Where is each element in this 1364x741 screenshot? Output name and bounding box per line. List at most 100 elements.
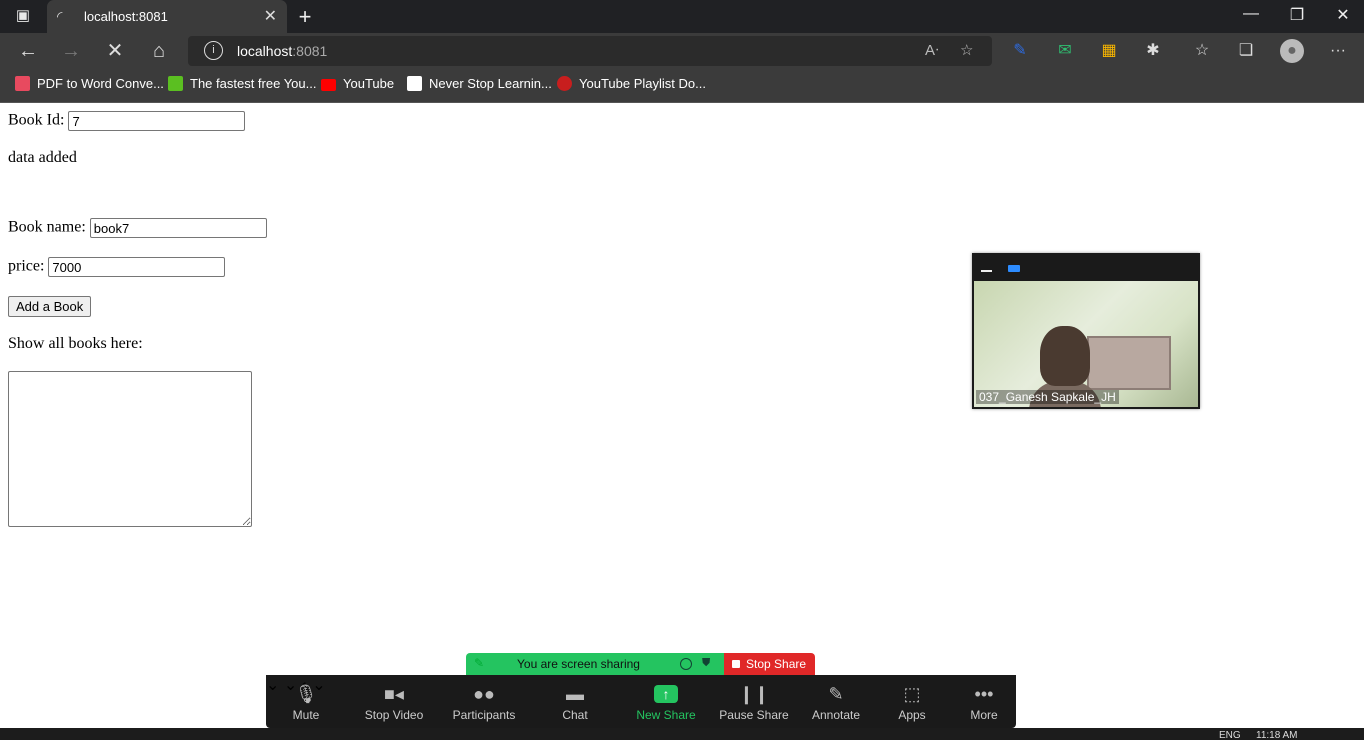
read-aloud-icon[interactable]: Aᐧ <box>925 41 939 59</box>
page-content: Book Id: data added Book name: price: Ad… <box>0 103 1364 728</box>
book-id-input[interactable] <box>68 111 246 131</box>
chat-bubble-icon: ▬ <box>566 684 584 704</box>
zoom-control-bar: 🎙︎ Mute ⌄ ■◂ Stop Video ⌄ ●● Participant… <box>266 675 1016 728</box>
participants-button[interactable]: ●● Participants <box>450 675 518 728</box>
bookmark-label: YouTube Playlist Do... <box>579 76 706 91</box>
stop-share-label: Stop Share <box>746 657 807 671</box>
zoom-video-window[interactable]: 037_Ganesh Sapkale_JH <box>972 253 1200 409</box>
mute-label: Mute <box>292 708 320 722</box>
book-name-input[interactable] <box>89 218 267 238</box>
price-label: price: <box>8 257 45 275</box>
bookmark-label: YouTube <box>343 76 395 91</box>
chat-button[interactable]: ▬ Chat <box>548 675 602 728</box>
stop-icon <box>732 660 740 668</box>
bookmark-fastest-free[interactable]: The fastest free You... <box>168 76 316 91</box>
url-host: localhost <box>237 43 293 59</box>
language-indicator[interactable]: ENG <box>1219 730 1241 741</box>
favorites-icon[interactable]: ☆ <box>1190 39 1214 63</box>
background-cabinet <box>1087 336 1171 390</box>
bookmark-label: The fastest free You... <box>190 76 317 91</box>
participants-label: Participants <box>452 708 516 722</box>
tab-title: localhost:8081 <box>84 9 168 24</box>
tab-localhost[interactable]: ◜ localhost:8081 ✕ <box>47 0 287 33</box>
stop-share-button[interactable]: Stop Share <box>724 653 815 675</box>
share-arrow-icon: ↑ <box>654 685 678 703</box>
stop-loading-button[interactable]: ✕ <box>102 38 128 64</box>
add-favorite-icon[interactable]: ☆ <box>960 41 973 59</box>
collections-icon[interactable]: ❏ <box>1234 39 1258 63</box>
price-input[interactable] <box>48 257 226 277</box>
stop-video-button[interactable]: ■◂ Stop Video <box>360 675 428 728</box>
bookmark-label: PDF to Word Conve... <box>37 76 164 91</box>
url-text: localhost:8081 <box>237 43 327 59</box>
apps-icon: ⬚ <box>903 684 921 704</box>
pencil-icon: ✎ <box>828 684 844 704</box>
add-book-button[interactable]: Add a Book <box>8 296 92 317</box>
site-info-icon[interactable]: i <box>204 41 223 60</box>
switch-view-icon[interactable] <box>1008 265 1020 272</box>
triangle-logo-icon <box>407 76 422 91</box>
bookmark-youtube[interactable]: YouTube <box>321 76 394 91</box>
show-all-label: Show all books here: <box>8 335 143 352</box>
shield-icon: ⛊ <box>702 657 711 669</box>
forward-button[interactable]: → <box>58 38 84 64</box>
address-bar[interactable]: i localhost:8081 Aᐧ ☆ <box>188 36 992 66</box>
more-button[interactable]: ••• More <box>960 675 1008 728</box>
back-button[interactable]: ← <box>15 38 41 64</box>
bookmark-label: Never Stop Learnin... <box>429 76 552 91</box>
url-port: :8081 <box>292 43 328 59</box>
microphone-icon: 🎙︎ <box>294 684 318 704</box>
annotate-button[interactable]: ✎ Annotate <box>806 675 866 728</box>
windows-taskbar: ENG 11:18 AM <box>0 728 1364 741</box>
close-window-button[interactable]: ✕ <box>1328 5 1358 25</box>
stop-video-label: Stop Video <box>364 708 424 722</box>
clock[interactable]: 11:18 AM <box>1256 730 1298 741</box>
bookmark-youtube-playlist[interactable]: YouTube Playlist Do... <box>557 76 706 91</box>
tab-actions-icon[interactable]: ▣ <box>12 7 34 27</box>
profile-avatar-icon[interactable]: ● <box>1280 39 1304 63</box>
pdf-icon <box>15 76 30 91</box>
participant-name: 037_Ganesh Sapkale_JH <box>976 390 1119 404</box>
apps-label: Apps <box>898 708 926 722</box>
youtube-icon <box>321 79 336 91</box>
settings-more-icon[interactable]: ··· <box>1326 39 1350 63</box>
pause-share-label: Pause Share <box>719 708 789 722</box>
bookmark-never-stop-learning[interactable]: Never Stop Learnin... <box>407 76 552 91</box>
playlist-logo-icon <box>557 76 572 91</box>
screen-sharing-indicator[interactable]: ✎ You are screen sharing ⛊ <box>466 653 724 675</box>
minimize-button[interactable]: — <box>1236 5 1266 23</box>
book-id-row: Book Id: <box>8 111 246 131</box>
video-camera-icon: ■◂ <box>384 684 404 704</box>
pin-icon[interactable]: ✎ <box>474 656 484 670</box>
more-dots-icon: ••• <box>974 684 994 704</box>
extension-mail-icon[interactable]: ✉ <box>1053 39 1077 63</box>
pause-share-button[interactable]: ❙❙ Pause Share <box>718 675 790 728</box>
mute-button[interactable]: 🎙︎ Mute <box>276 675 336 728</box>
new-share-label: New Share <box>636 708 696 722</box>
home-button[interactable]: ⌂ <box>146 38 172 64</box>
status-circle-icon <box>680 658 692 670</box>
tab-strip: ▣ ◜ localhost:8081 ✕ + — ❐ ✕ <box>0 0 1364 33</box>
book-name-label: Book name: <box>8 218 86 236</box>
status-message: data added <box>8 149 77 166</box>
new-tab-button[interactable]: + <box>293 4 317 30</box>
new-share-button[interactable]: ↑ New Share <box>634 675 698 728</box>
books-output-textarea[interactable] <box>8 371 252 527</box>
apps-button[interactable]: ⬚ Apps <box>886 675 938 728</box>
person-head <box>1040 326 1090 386</box>
bookmarks-bar: PDF to Word Conve... The fastest free Yo… <box>0 69 1364 103</box>
tab-close-icon[interactable]: ✕ <box>264 6 277 26</box>
bookmark-pdf-to-word[interactable]: PDF to Word Conve... <box>15 76 164 91</box>
extensions-icon[interactable]: ✱ <box>1141 39 1165 63</box>
video-titlebar[interactable] <box>972 253 1200 280</box>
price-row: price: <box>8 257 226 277</box>
book-id-label: Book Id: <box>8 111 65 129</box>
restore-button[interactable]: ❐ <box>1282 5 1312 25</box>
download-arrow-icon <box>168 76 183 91</box>
loading-icon: ◜ <box>57 8 63 24</box>
extension-translate-icon[interactable]: ▦ <box>1097 39 1121 63</box>
pause-icon: ❙❙ <box>738 684 770 704</box>
extension-pen-icon[interactable]: ✎ <box>1008 39 1032 63</box>
minimize-video-icon[interactable] <box>981 270 992 272</box>
more-label: More <box>970 708 998 722</box>
